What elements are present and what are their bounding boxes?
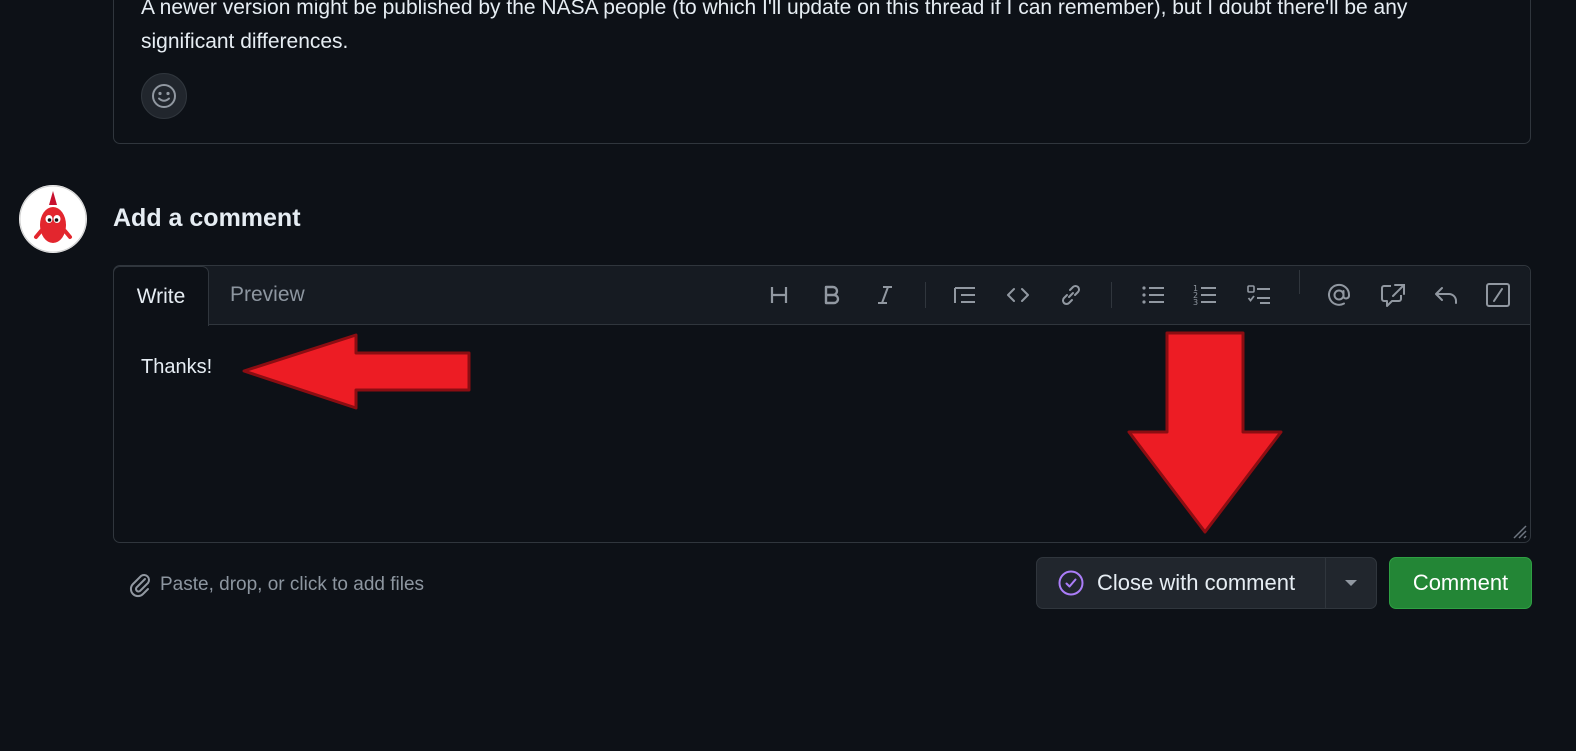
tab-preview[interactable]: Preview — [230, 266, 305, 324]
close-with-comment-button[interactable]: Close with comment — [1037, 558, 1325, 608]
avatar[interactable] — [19, 185, 87, 253]
previous-comment-text: A newer version might be published by th… — [141, 0, 1408, 53]
pikmin-avatar-image — [19, 185, 87, 253]
previous-comment-card: A newer version might be published by th… — [113, 0, 1531, 144]
toolbar-divider — [925, 282, 926, 308]
code-icon[interactable] — [1003, 280, 1033, 310]
heading-icon[interactable] — [764, 280, 794, 310]
comment-editor: Write Preview 123 Thanks! — [113, 265, 1531, 543]
unordered-list-icon[interactable] — [1138, 280, 1168, 310]
close-options-dropdown[interactable] — [1326, 558, 1376, 608]
tab-write[interactable]: Write — [113, 266, 209, 326]
svg-text:3: 3 — [1193, 298, 1198, 307]
link-icon[interactable] — [1056, 280, 1086, 310]
attach-files-button[interactable]: Paste, drop, or click to add files — [128, 572, 424, 598]
reply-icon[interactable] — [1431, 280, 1461, 310]
caret-down-icon — [1345, 580, 1357, 586]
add-reaction-button[interactable] — [141, 73, 187, 119]
quote-icon[interactable] — [950, 280, 980, 310]
editor-header: Write Preview 123 — [113, 266, 1530, 326]
bold-icon[interactable] — [817, 280, 847, 310]
check-circle-icon — [1058, 570, 1084, 596]
ordered-list-icon[interactable]: 123 — [1190, 280, 1220, 310]
task-list-icon[interactable] — [1244, 280, 1274, 310]
smiley-icon — [152, 84, 176, 108]
paperclip-icon — [129, 574, 150, 598]
italic-icon[interactable] — [870, 280, 900, 310]
resize-handle-icon[interactable] — [1506, 518, 1528, 540]
toolbar-divider — [1299, 270, 1300, 294]
add-comment-heading: Add a comment — [113, 204, 301, 232]
close-with-comment-label: Close with comment — [1097, 570, 1296, 595]
slash-command-icon[interactable] — [1483, 280, 1513, 310]
close-with-comment-group: Close with comment — [1036, 557, 1377, 609]
toolbar-divider — [1111, 282, 1112, 308]
attach-files-label: Paste, drop, or click to add files — [160, 574, 425, 595]
comment-textarea[interactable]: Thanks! — [141, 356, 212, 379]
mention-icon[interactable] — [1324, 280, 1354, 310]
comment-button[interactable]: Comment — [1389, 557, 1532, 609]
cross-reference-icon[interactable] — [1378, 280, 1408, 310]
